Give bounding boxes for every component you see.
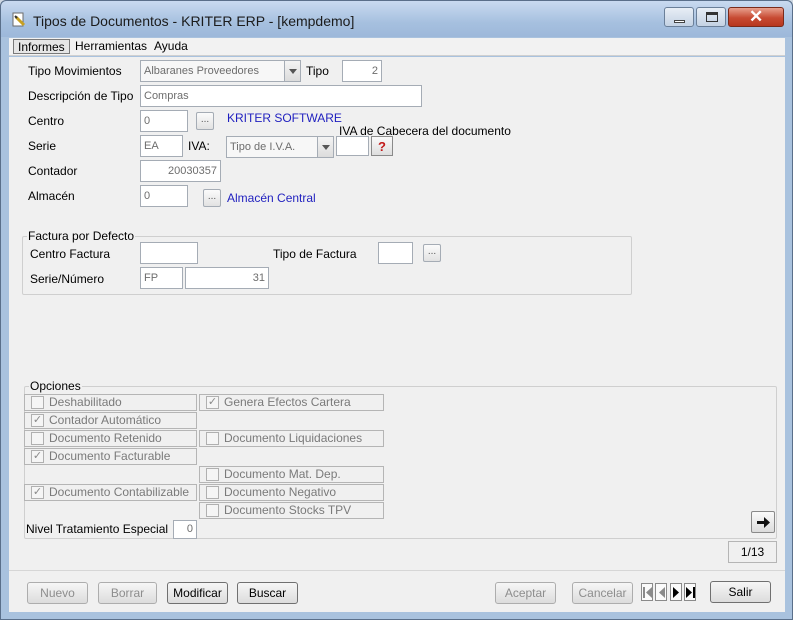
window-title: Tipos de Documentos - KRITER ERP - [kemp… — [33, 13, 355, 29]
opciones-group-title: Opciones — [29, 379, 82, 393]
option-documento-contabilizable[interactable]: ✓ Documento Contabilizable — [24, 484, 197, 501]
divider — [9, 570, 785, 571]
serie-numero-label: Serie/Número — [30, 272, 105, 286]
tipo-movimientos-value: Albaranes Proveedores — [144, 65, 259, 77]
nivel-tratamiento-label: Nivel Tratamiento Especial — [26, 522, 169, 536]
aceptar-button[interactable]: Aceptar — [495, 582, 556, 604]
option-documento-facturable[interactable]: ✓ Documento Facturable — [24, 448, 197, 465]
descripcion-field[interactable]: Compras — [140, 85, 422, 107]
almacen-field[interactable]: 0 — [140, 185, 188, 207]
option-documento-mat-dep[interactable]: Documento Mat. Dep. — [199, 466, 384, 483]
almacen-lookup-button[interactable]: ... — [203, 189, 221, 207]
first-record-button[interactable] — [641, 583, 653, 601]
checkbox[interactable] — [206, 486, 219, 499]
tipo-movimientos-select[interactable]: Albaranes Proveedores — [140, 60, 301, 82]
option-documento-retenido[interactable]: Documento Retenido — [24, 430, 197, 447]
option-genera-efectos-cartera[interactable]: ✓ Genera Efectos Cartera — [199, 394, 384, 411]
menu-herramientas[interactable]: Herramientas — [71, 39, 151, 54]
previous-record-button[interactable] — [655, 583, 667, 601]
contador-field[interactable]: 20030357 — [140, 160, 221, 182]
almacen-label: Almacén — [28, 189, 75, 203]
tipo-label: Tipo — [306, 64, 329, 78]
first-record-icon — [643, 587, 652, 598]
option-contador-automatico[interactable]: ✓ Contador Automático — [24, 412, 197, 429]
previous-record-icon — [659, 587, 665, 598]
option-documento-negativo[interactable]: Documento Negativo — [199, 484, 384, 501]
centro-label: Centro — [28, 114, 65, 128]
checkbox[interactable] — [206, 432, 219, 445]
almacen-link[interactable]: Almacén Central — [227, 191, 316, 205]
checkbox[interactable] — [31, 396, 44, 409]
tipo-factura-field[interactable] — [378, 242, 413, 264]
question-icon: ? — [378, 139, 386, 154]
main-window: Tipos de Documentos - KRITER ERP - [kemp… — [0, 0, 793, 620]
checkbox[interactable]: ✓ — [31, 486, 44, 499]
checkbox[interactable] — [31, 432, 44, 445]
next-record-button[interactable] — [670, 583, 682, 601]
centro-factura-label: Centro Factura — [30, 247, 111, 261]
chevron-down-icon[interactable] — [284, 61, 300, 81]
iva-label: IVA: — [188, 139, 210, 153]
menu-bar: Informes Herramientas Ayuda — [9, 38, 785, 56]
close-button[interactable]: ✕ — [728, 7, 784, 27]
factura-serie-field[interactable]: FP — [140, 267, 183, 289]
tipo-factura-label: Tipo de Factura — [273, 247, 357, 261]
descripcion-label: Descripción de Tipo — [28, 89, 134, 103]
centro-field[interactable]: 0 — [140, 110, 188, 132]
iva-cabecera-field[interactable] — [336, 136, 369, 156]
maximize-icon — [706, 12, 718, 22]
borrar-button[interactable]: Borrar — [98, 582, 157, 604]
factura-numero-field[interactable]: 31 — [185, 267, 269, 289]
salir-button[interactable]: Salir — [710, 581, 771, 603]
iva-help-button[interactable]: ? — [371, 136, 393, 156]
title-bar[interactable]: Tipos de Documentos - KRITER ERP - [kemp… — [1, 1, 792, 37]
option-documento-liquidaciones[interactable]: Documento Liquidaciones — [199, 430, 384, 447]
minimize-button[interactable] — [664, 7, 694, 27]
factura-group — [22, 236, 632, 295]
checkbox[interactable] — [206, 468, 219, 481]
menu-ayuda[interactable]: Ayuda — [150, 39, 192, 54]
buscar-button[interactable]: Buscar — [237, 582, 298, 604]
chevron-down-icon[interactable] — [317, 137, 333, 157]
centro-link[interactable]: KRITER SOFTWARE — [227, 111, 342, 125]
iva-value: Tipo de I.V.A. — [230, 141, 296, 153]
option-deshabilitado[interactable]: Deshabilitado — [24, 394, 197, 411]
svg-text:?: ? — [378, 139, 386, 154]
tipo-field[interactable]: 2 — [342, 60, 382, 82]
next-page-button[interactable] — [751, 511, 775, 533]
centro-factura-field[interactable] — [140, 242, 198, 264]
form-area: Tipo Movimientos Albaranes Proveedores T… — [9, 57, 785, 612]
nuevo-button[interactable]: Nuevo — [27, 582, 88, 604]
minimize-icon — [674, 20, 685, 23]
document-icon — [11, 12, 27, 28]
cancelar-button[interactable]: Cancelar — [572, 582, 633, 604]
checkbox[interactable]: ✓ — [206, 396, 219, 409]
last-record-icon — [686, 587, 695, 598]
page-counter: 1/13 — [728, 541, 777, 563]
serie-field[interactable]: EA — [140, 135, 183, 157]
menu-informes[interactable]: Informes — [13, 39, 70, 54]
checkbox[interactable] — [206, 504, 219, 517]
last-record-button[interactable] — [684, 583, 696, 601]
modificar-button[interactable]: Modificar — [167, 582, 228, 604]
close-icon: ✕ — [749, 7, 764, 26]
tipo-factura-lookup-button[interactable]: ... — [423, 244, 441, 262]
serie-label: Serie — [28, 139, 57, 153]
factura-group-title: Factura por Defecto — [27, 229, 136, 243]
tipo-movimientos-label: Tipo Movimientos — [28, 64, 122, 78]
maximize-button[interactable] — [696, 7, 726, 27]
next-record-icon — [673, 587, 679, 598]
checkbox[interactable]: ✓ — [31, 414, 44, 427]
nivel-tratamiento-field[interactable]: 0 — [173, 520, 197, 539]
centro-lookup-button[interactable]: ... — [196, 112, 214, 130]
arrow-right-icon — [757, 517, 770, 528]
contador-label: Contador — [28, 164, 78, 178]
checkbox[interactable]: ✓ — [31, 450, 44, 463]
iva-select[interactable]: Tipo de I.V.A. — [226, 136, 334, 158]
option-documento-stocks-tpv[interactable]: Documento Stocks TPV — [199, 502, 384, 519]
